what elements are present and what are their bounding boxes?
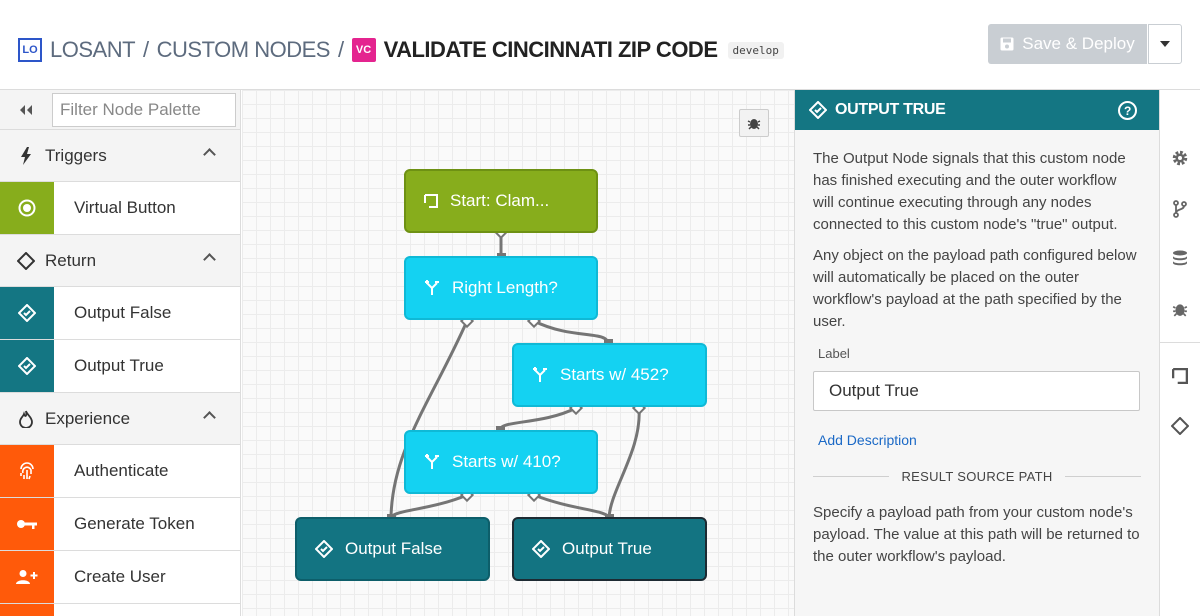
app-header: LO LOSANT / CUSTOM NODES / VC VALIDATE C… (0, 0, 1200, 90)
crumb-separator: / (337, 37, 344, 62)
help-icon[interactable]: ? (1118, 101, 1137, 120)
category-label: Triggers (45, 145, 107, 165)
category-label: Return (45, 250, 97, 270)
palette-item-label: Virtual Button (74, 198, 176, 217)
panel-body: The Output Node signals that this custom… (795, 148, 1159, 568)
section-title: RESULT SOURCE PATH (889, 469, 1065, 484)
node-label: Output False (345, 539, 443, 558)
key-icon (0, 498, 54, 550)
caret-down-icon (1160, 41, 1170, 47)
add-user-icon (0, 551, 54, 603)
node-output-false[interactable]: Output False (295, 517, 490, 581)
node-config-panel: OUTPUT TRUE ? The Output Node signals th… (794, 90, 1159, 616)
branch-fork-icon (533, 367, 547, 382)
category-label: Experience (45, 408, 131, 428)
category-experience[interactable]: Experience (0, 393, 240, 445)
bug-icon[interactable] (1168, 297, 1192, 321)
result-source-description: Specify a payload path from your custom … (813, 504, 1140, 565)
panel-header: OUTPUT TRUE ? (795, 90, 1159, 130)
right-rail (1159, 90, 1200, 616)
node-label: Output True (562, 539, 652, 558)
palette-item-create-user[interactable]: Create User (0, 551, 240, 604)
diamond-icon (16, 251, 36, 270)
node-label: Right Length? (452, 278, 558, 297)
page-title: VALIDATE CINCINNATI ZIP CODE (383, 37, 718, 62)
add-description-link[interactable]: Add Description (818, 429, 1141, 451)
node-output-true[interactable]: Output True (512, 517, 707, 581)
output-icon (315, 540, 333, 558)
palette-item-label: Create User (74, 567, 166, 586)
palette-item-label: Authenticate (74, 461, 169, 480)
palette-item-label: Output True (74, 356, 164, 375)
rail-divider (1160, 342, 1200, 343)
fingerprint-icon (0, 445, 54, 497)
palette-item-virtual-button[interactable]: Virtual Button (0, 182, 240, 235)
category-triggers[interactable]: Triggers (0, 130, 240, 182)
database-icon[interactable] (1168, 247, 1192, 271)
palette-toolbar (0, 90, 240, 130)
floppy-disk-icon (1000, 37, 1014, 51)
crumb-separator: / (143, 37, 149, 62)
filter-node-palette-input[interactable] (52, 92, 236, 127)
node-label: Start: Clam... (450, 191, 550, 210)
node-start-trigger[interactable]: Start: Clam... (404, 169, 598, 233)
flame-icon (16, 410, 36, 428)
diamond-icon[interactable] (1168, 414, 1192, 438)
palette-item-label: Output False (74, 303, 172, 322)
palette-item-label: Generate Token (74, 514, 195, 533)
label-input[interactable] (813, 371, 1140, 411)
crumb-losant[interactable]: LOSANT (50, 37, 136, 63)
chevron-up-icon (203, 411, 216, 424)
output-icon (532, 540, 550, 558)
collapse-palette-button[interactable] (0, 90, 52, 130)
output-icon (809, 101, 827, 119)
node-starts-with-452[interactable]: Starts w/ 452? (512, 343, 707, 407)
node-palette: Triggers Virtual Button Return Output Fa… (0, 90, 241, 616)
node-starts-with-410[interactable]: Starts w/ 410? (404, 430, 598, 494)
chevron-up-icon (203, 253, 216, 266)
trigger-square-icon (424, 194, 438, 208)
label-field-caption: Label (818, 346, 850, 361)
panel-title: OUTPUT TRUE (835, 101, 946, 118)
category-return[interactable]: Return (0, 235, 240, 287)
palette-item-authenticate[interactable]: Authenticate (0, 445, 240, 498)
workflow-canvas[interactable]: Start: Clam... Right Length? Starts w/ 4… (242, 90, 794, 616)
chevron-up-icon (203, 148, 216, 161)
lightning-icon (16, 146, 36, 165)
breadcrumb: LO LOSANT / CUSTOM NODES / VC VALIDATE C… (18, 36, 784, 64)
virtual-button-icon (0, 182, 54, 234)
gear-icon[interactable] (1168, 146, 1192, 170)
palette-item-generate-token[interactable]: Generate Token (0, 498, 240, 551)
palette-item-output-true[interactable]: Output True (0, 340, 240, 393)
deploy-group: Save & Deploy (988, 24, 1182, 64)
double-chevron-left-icon (20, 104, 32, 115)
output-icon (0, 340, 54, 392)
deploy-options-dropdown[interactable] (1148, 24, 1182, 64)
panel-description-2: Any object on the payload path configure… (813, 247, 1137, 330)
palette-item-partial[interactable] (0, 604, 240, 616)
branch-fork-icon (425, 280, 439, 295)
custom-node-badge: VC (351, 38, 376, 62)
save-deploy-label: Save & Deploy (1022, 34, 1135, 53)
node-label: Starts w/ 452? (560, 365, 669, 384)
losant-logo-badge[interactable]: LO (18, 38, 42, 62)
branch-tag: develop (727, 41, 784, 59)
branch-icon[interactable] (1168, 197, 1192, 221)
orange-node-icon (0, 604, 54, 616)
crumb-custom-nodes[interactable]: CUSTOM NODES (157, 37, 331, 63)
save-deploy-button[interactable]: Save & Deploy (988, 24, 1147, 64)
panel-description: The Output Node signals that this custom… (813, 150, 1126, 233)
palette-item-output-false[interactable]: Output False (0, 287, 240, 340)
trigger-square-icon[interactable] (1168, 364, 1192, 388)
result-source-path-divider: RESULT SOURCE PATH (813, 466, 1141, 486)
node-right-length[interactable]: Right Length? (404, 256, 598, 320)
branch-fork-icon (425, 454, 439, 469)
node-label: Starts w/ 410? (452, 452, 561, 471)
output-icon (0, 287, 54, 339)
